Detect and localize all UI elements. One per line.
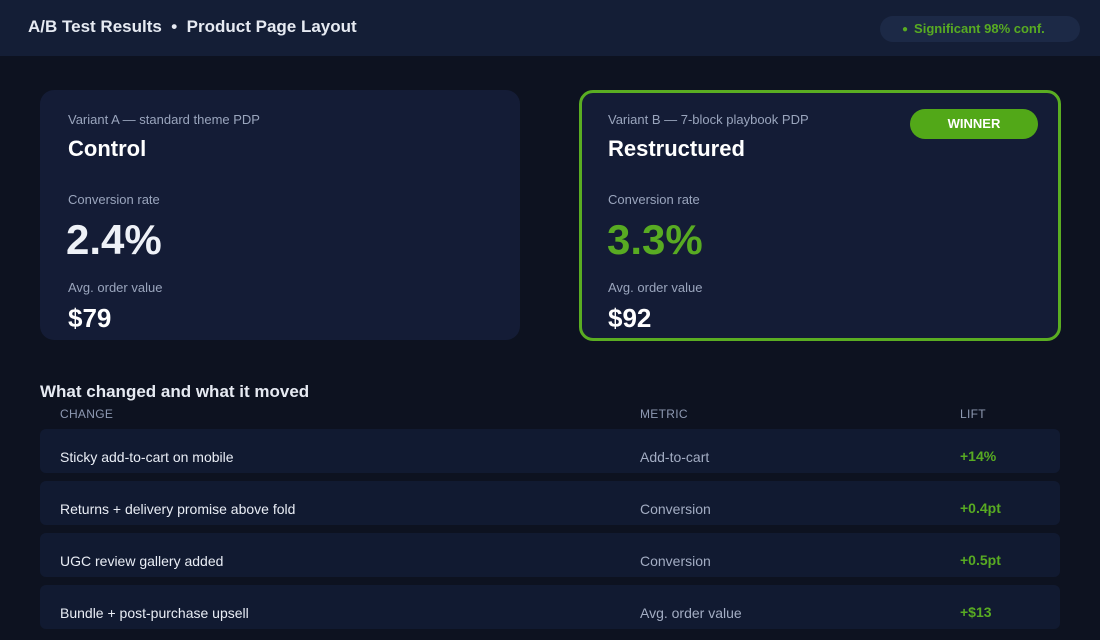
- variant-a-name: Control: [68, 136, 147, 161]
- column-header-lift: LIFT: [960, 407, 986, 421]
- metric-cell: Avg. order value: [640, 605, 742, 621]
- status-dot-icon: ●: [902, 24, 909, 35]
- lift-cell: +$13: [960, 604, 992, 620]
- variant-b-aov-value: $92: [608, 303, 652, 333]
- column-header-metric: METRIC: [640, 407, 688, 421]
- variant-b-conversion-value: 3.3%: [607, 216, 703, 263]
- variant-b-conversion-label: Conversion rate: [608, 192, 700, 207]
- changes-section-title: What changed and what it moved: [40, 382, 310, 401]
- variant-a-aov-label: Avg. order value: [68, 280, 163, 295]
- variant-a-subtitle: Variant A — standard theme PDP: [68, 112, 260, 127]
- metric-cell: Conversion: [640, 501, 711, 517]
- column-header-change: CHANGE: [60, 407, 114, 421]
- variant-a-conversion-value: 2.4%: [66, 216, 162, 263]
- header-bar: A/B Test Results • Product Page Layout ●…: [0, 0, 1100, 56]
- lift-cell: +0.5pt: [960, 552, 1001, 568]
- change-cell: Returns + delivery promise above fold: [60, 501, 296, 517]
- variant-a-conversion-label: Conversion rate: [68, 192, 160, 207]
- change-cell: Sticky add-to-cart on mobile: [60, 449, 234, 465]
- table-row: Bundle + post-purchase upsell Avg. order…: [40, 585, 1060, 629]
- winner-badge: WINNER: [910, 109, 1038, 139]
- change-cell: UGC review gallery added: [60, 553, 224, 569]
- metric-cell: Add-to-cart: [640, 449, 710, 465]
- table-row: UGC review gallery added Conversion +0.5…: [40, 533, 1060, 577]
- metric-cell: Conversion: [640, 553, 711, 569]
- variant-b-name: Restructured: [608, 136, 745, 161]
- lift-cell: +14%: [960, 448, 997, 464]
- variant-b-subtitle: Variant B — 7-block playbook PDP: [608, 112, 809, 127]
- variant-b-card: Variant B — 7-block playbook PDP Restruc…: [579, 90, 1061, 341]
- lift-cell: +0.4pt: [960, 500, 1001, 516]
- significance-text: Significant 98% conf.: [914, 21, 1045, 36]
- variant-a-card: Variant A — standard theme PDP Control C…: [40, 90, 520, 340]
- table-row: Returns + delivery promise above fold Co…: [40, 481, 1060, 525]
- variant-a-aov-value: $79: [68, 303, 112, 333]
- variant-b-aov-label: Avg. order value: [608, 280, 703, 295]
- change-cell: Bundle + post-purchase upsell: [60, 605, 249, 621]
- page-title: A/B Test Results • Product Page Layout: [28, 17, 357, 36]
- table-row: Sticky add-to-cart on mobile Add-to-cart…: [40, 429, 1060, 473]
- significance-badge: ● Significant 98% conf.: [880, 16, 1080, 42]
